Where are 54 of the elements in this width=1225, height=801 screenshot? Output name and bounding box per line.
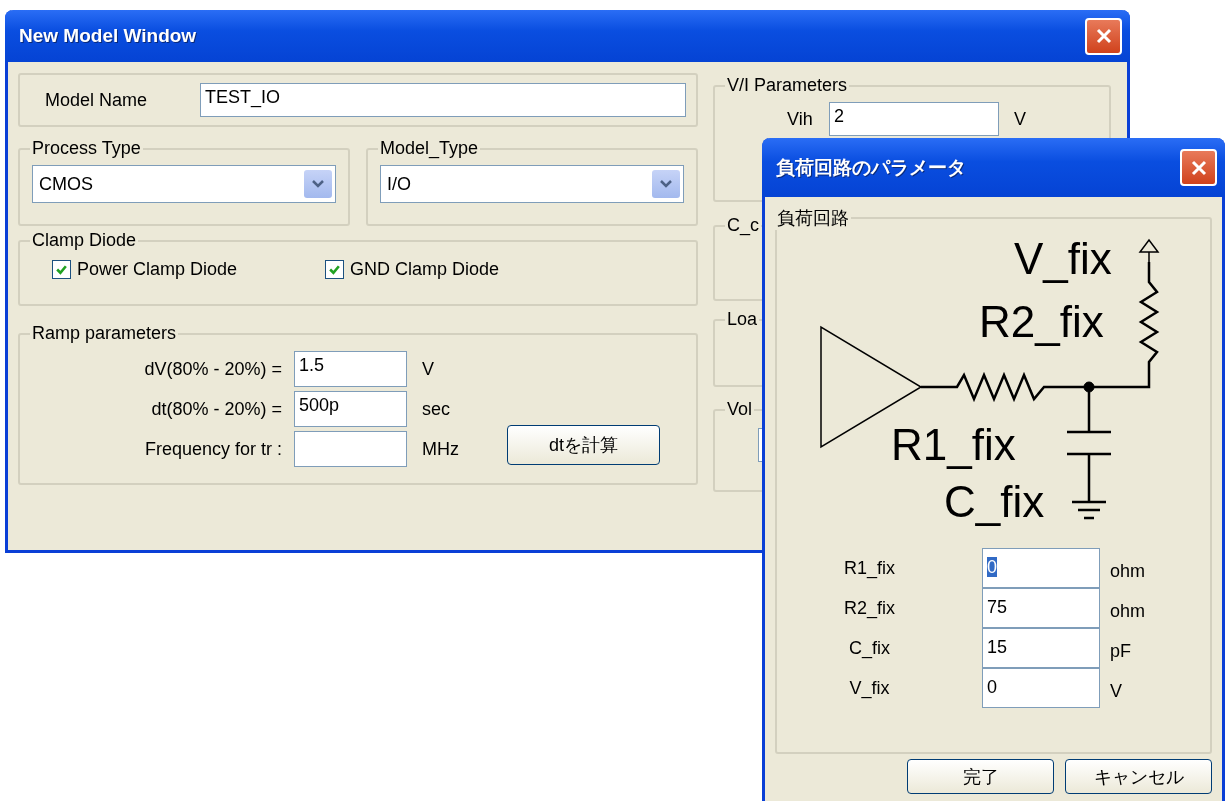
text-field[interactable]: 75: [982, 588, 1100, 628]
unit-label: ohm: [1109, 599, 1146, 622]
text-field[interactable]: 15: [982, 628, 1100, 668]
circuit-label: C_fix: [944, 477, 1045, 526]
dropdown[interactable]: I/O: [380, 165, 684, 203]
group-label: Vol: [726, 399, 754, 420]
check-icon: [55, 263, 68, 276]
text-field[interactable]: 0: [982, 668, 1100, 708]
unit-label: sec: [421, 398, 451, 420]
text-field[interactable]: 1.5: [294, 351, 407, 387]
text-field[interactable]: [294, 431, 407, 467]
ok-button[interactable]: 完了: [907, 759, 1054, 794]
group-label: 負荷回路: [776, 207, 850, 230]
checkbox-label: Power Clamp Diode: [77, 259, 238, 280]
circuit-label: V_fix: [1014, 234, 1112, 283]
cancel-button[interactable]: キャンセル: [1065, 759, 1212, 794]
field-label: Frequency for tr :: [143, 438, 283, 460]
group-label: Ramp parameters: [31, 323, 178, 344]
field-label: R2_fix: [843, 597, 896, 619]
group-label: V/I Parameters: [726, 75, 849, 96]
field-label: dt(80% - 20%) =: [150, 398, 283, 420]
text-field[interactable]: 0: [982, 548, 1100, 588]
unit-label: V: [421, 358, 435, 380]
unit-label: MHz: [421, 438, 460, 460]
field-label: C_fix: [848, 637, 891, 659]
field-label: Model Name: [45, 89, 149, 111]
field-label: Vih: [787, 108, 814, 130]
field-label: R1_fix: [843, 557, 896, 579]
close-button[interactable]: [1085, 17, 1122, 55]
unit-label: pF: [1109, 639, 1132, 662]
field-label: dV(80% - 20%) =: [143, 358, 283, 380]
group-label: Loa: [726, 309, 759, 330]
group-label: C_c: [726, 215, 760, 236]
check-icon: [328, 263, 342, 276]
checkbox-label: GND Clamp Diode: [350, 259, 500, 280]
unit-label: V: [1109, 679, 1123, 702]
unit-label: ohm: [1109, 559, 1146, 582]
calculate-button[interactable]: dtを計算: [507, 425, 660, 465]
window-title: 負荷回路のパラメータ: [776, 155, 966, 180]
group-label: Model_Type: [379, 138, 480, 159]
checkbox[interactable]: [52, 260, 71, 279]
unit-label: V: [1013, 108, 1026, 130]
text-field[interactable]: TEST_IO: [200, 83, 686, 117]
text-field[interactable]: 2: [829, 102, 999, 136]
window-title: New Model Window: [19, 25, 197, 47]
group-label: Clamp Diode: [31, 230, 138, 251]
text-field[interactable]: 500p: [294, 391, 407, 427]
checkbox[interactable]: [325, 260, 345, 279]
circuit-label: R1_fix: [891, 420, 1016, 469]
close-button[interactable]: [1180, 149, 1217, 186]
group-label: Process Type: [31, 138, 142, 159]
circuit-label: R2_fix: [979, 297, 1104, 346]
dropdown[interactable]: CMOS: [32, 165, 336, 203]
field-label: V_fix: [848, 677, 891, 699]
